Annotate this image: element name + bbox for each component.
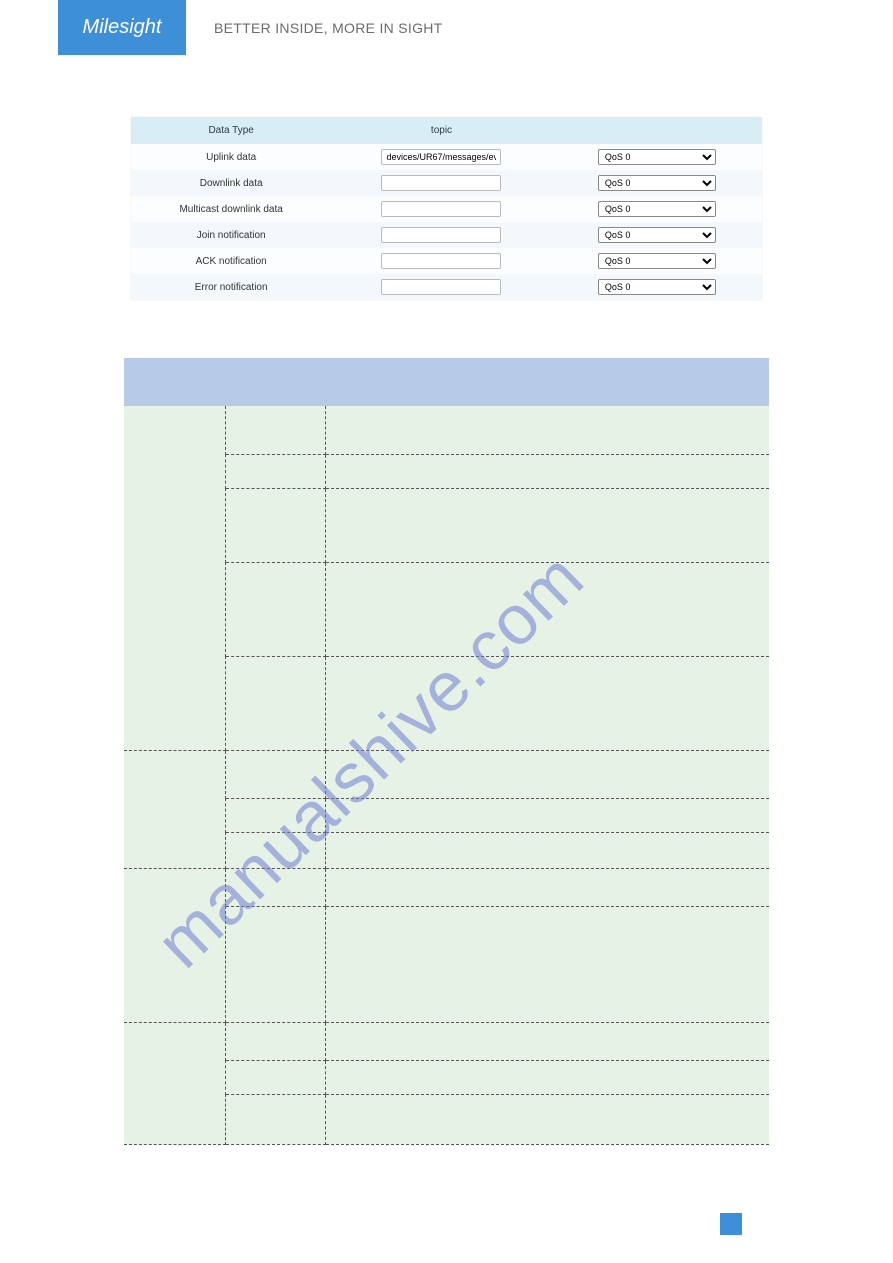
topic-input[interactable] bbox=[381, 227, 501, 243]
topic-row-label: Multicast downlink data bbox=[131, 196, 331, 222]
desc-group-1 bbox=[124, 406, 225, 750]
topic-input[interactable] bbox=[381, 279, 501, 295]
topic-row: Join notification QoS 0QoS 1QoS 2 bbox=[131, 222, 762, 248]
topic-row: ACK notification QoS 0QoS 1QoS 2 bbox=[131, 248, 762, 274]
desc-cell bbox=[325, 562, 769, 656]
topic-cell bbox=[331, 248, 551, 274]
desc-cell bbox=[325, 1094, 769, 1144]
desc-cell bbox=[325, 488, 769, 562]
col-header-qos bbox=[552, 117, 762, 144]
topic-row-label: ACK notification bbox=[131, 248, 331, 274]
desc-cell bbox=[225, 868, 325, 906]
desc-cell bbox=[225, 406, 325, 454]
desc-cell bbox=[225, 750, 325, 798]
qos-select[interactable]: QoS 0QoS 1QoS 2 bbox=[598, 279, 716, 295]
desc-cell bbox=[325, 832, 769, 868]
desc-cell bbox=[225, 906, 325, 1022]
desc-cell bbox=[225, 562, 325, 656]
desc-cell bbox=[325, 656, 769, 750]
desc-group-2 bbox=[124, 750, 225, 868]
desc-cell bbox=[325, 454, 769, 488]
desc-cell bbox=[325, 406, 769, 454]
topic-config-table: Data Type topic Uplink data QoS 0QoS 1QoS… bbox=[131, 117, 762, 300]
topic-cell bbox=[331, 170, 551, 196]
brand-logo: Milesight bbox=[58, 0, 186, 55]
qos-select[interactable]: QoS 0QoS 1QoS 2 bbox=[598, 253, 716, 269]
desc-cell bbox=[325, 906, 769, 1022]
topic-input[interactable] bbox=[381, 253, 501, 269]
desc-group-4 bbox=[124, 1022, 225, 1144]
topic-cell bbox=[331, 274, 551, 300]
brand-tagline: BETTER INSIDE, MORE IN SIGHT bbox=[214, 20, 443, 36]
topic-row-label: Error notification bbox=[131, 274, 331, 300]
desc-header-2 bbox=[225, 358, 325, 406]
desc-cell bbox=[225, 454, 325, 488]
topic-row-label: Downlink data bbox=[131, 170, 331, 196]
page-marker bbox=[720, 1213, 742, 1235]
topic-row: Uplink data QoS 0QoS 1QoS 2 bbox=[131, 144, 762, 170]
qos-cell: QoS 0QoS 1QoS 2 bbox=[552, 222, 762, 248]
topic-row-label: Uplink data bbox=[131, 144, 331, 170]
qos-select[interactable]: QoS 0QoS 1QoS 2 bbox=[598, 149, 716, 165]
description-table bbox=[124, 358, 769, 1145]
desc-cell bbox=[325, 750, 769, 798]
topic-row: Error notification QoS 0QoS 1QoS 2 bbox=[131, 274, 762, 300]
topic-row: Multicast downlink data QoS 0QoS 1QoS 2 bbox=[131, 196, 762, 222]
col-header-datatype: Data Type bbox=[131, 117, 331, 144]
desc-cell bbox=[225, 832, 325, 868]
desc-cell bbox=[225, 656, 325, 750]
desc-cell bbox=[225, 798, 325, 832]
qos-select[interactable]: QoS 0QoS 1QoS 2 bbox=[598, 227, 716, 243]
topic-input[interactable] bbox=[381, 149, 501, 165]
qos-cell: QoS 0QoS 1QoS 2 bbox=[552, 196, 762, 222]
desc-cell bbox=[325, 868, 769, 906]
brand-logo-text: Milesight bbox=[83, 16, 162, 39]
topic-input[interactable] bbox=[381, 175, 501, 191]
desc-cell bbox=[225, 1094, 325, 1144]
desc-header-3 bbox=[325, 358, 769, 406]
desc-cell bbox=[225, 488, 325, 562]
qos-select[interactable]: QoS 0QoS 1QoS 2 bbox=[598, 175, 716, 191]
topic-input[interactable] bbox=[381, 201, 501, 217]
desc-cell bbox=[325, 798, 769, 832]
col-header-topic: topic bbox=[331, 117, 551, 144]
qos-select[interactable]: QoS 0QoS 1QoS 2 bbox=[598, 201, 716, 217]
desc-header-1 bbox=[124, 358, 225, 406]
page-header: Milesight BETTER INSIDE, MORE IN SIGHT bbox=[0, 0, 893, 55]
topic-cell bbox=[331, 222, 551, 248]
topic-cell bbox=[331, 196, 551, 222]
qos-cell: QoS 0QoS 1QoS 2 bbox=[552, 170, 762, 196]
qos-cell: QoS 0QoS 1QoS 2 bbox=[552, 248, 762, 274]
desc-cell bbox=[225, 1060, 325, 1094]
qos-cell: QoS 0QoS 1QoS 2 bbox=[552, 144, 762, 170]
topic-row: Downlink data QoS 0QoS 1QoS 2 bbox=[131, 170, 762, 196]
desc-cell bbox=[225, 1022, 325, 1060]
qos-cell: QoS 0QoS 1QoS 2 bbox=[552, 274, 762, 300]
desc-cell bbox=[325, 1060, 769, 1094]
topic-row-label: Join notification bbox=[131, 222, 331, 248]
desc-group-3 bbox=[124, 868, 225, 1022]
desc-cell bbox=[325, 1022, 769, 1060]
topic-cell bbox=[331, 144, 551, 170]
